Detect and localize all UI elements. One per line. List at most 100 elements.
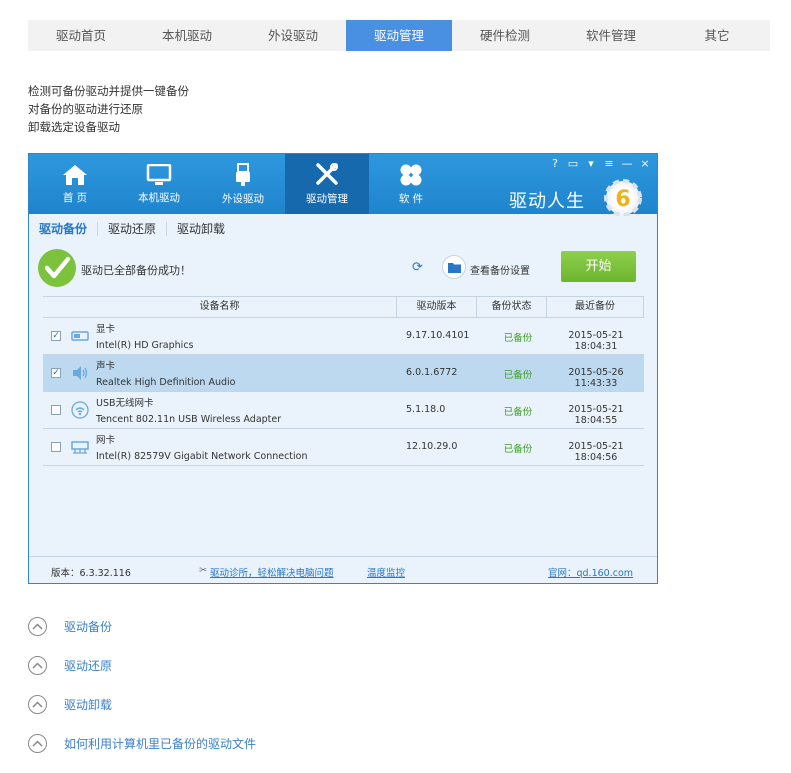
tab-driver-home[interactable]: 驱动首页 <box>28 20 134 51</box>
desc-line-backup: 检测可备份驱动并提供一键备份 <box>28 84 189 98</box>
subtab-restore[interactable]: 驱动还原 <box>98 222 168 236</box>
faq-label: 如何利用计算机里已备份的驱动文件 <box>64 737 257 751</box>
col-device-name: 设备名称 <box>43 297 397 317</box>
table-row[interactable]: USB无线网卡 Tencent 802.11n USB Wireless Ada… <box>43 392 644 429</box>
table-row[interactable]: ✓ 声卡 Realtek High Definition Audio 6.0.1… <box>43 355 644 392</box>
table-row[interactable]: 网卡 Intel(R) 82579V Gigabit Network Conne… <box>43 429 644 466</box>
monitor-icon <box>146 163 172 185</box>
col-backup-status: 备份状态 <box>477 297 547 317</box>
table-header: 设备名称 驱动版本 备份状态 最近备份 <box>43 296 644 318</box>
backup-status: 已备份 <box>503 444 533 455</box>
driver-clinic-link[interactable]: 驱动诊所，轻松解决电脑问题 <box>210 565 334 579</box>
driver-version: 12.10.29.0 <box>406 441 458 452</box>
row-checkbox[interactable]: ✓ <box>51 331 61 341</box>
network-card-icon <box>71 441 89 454</box>
col-last-backup: 最近备份 <box>547 297 644 317</box>
top-nav: 驱动首页 本机驱动 外设驱动 驱动管理 硬件检测 软件管理 其它 <box>28 20 770 51</box>
app-window: 首 页 本机驱动 外设驱动 驱动管理 软 件 ? ▭ ▾ ≡ — × 驱动人生 … <box>28 153 658 584</box>
sub-tabs: 驱动备份 驱动还原 驱动卸载 <box>39 222 235 236</box>
tab-local-drivers[interactable]: 本机驱动 <box>134 20 240 51</box>
app-nav-local-drivers[interactable]: 本机驱动 <box>117 154 201 214</box>
table-row[interactable]: ✓ 显卡 Intel(R) HD Graphics 9.17.10.4101 已… <box>43 318 644 355</box>
close-icon[interactable]: × <box>639 157 651 170</box>
row-checkbox[interactable] <box>51 442 61 452</box>
faq-item-uninstall[interactable]: 驱动卸载 <box>28 695 112 714</box>
backup-settings-link[interactable]: 查看备份设置 <box>470 262 530 277</box>
app-footer: 版本：6.3.32.116 ✂ 驱动诊所，轻松解决电脑问题 温度监控 官网：qd… <box>29 556 657 583</box>
app-nav-peripheral-drivers[interactable]: 外设驱动 <box>201 154 285 214</box>
temperature-monitor-link[interactable]: 温度监控 <box>367 565 405 579</box>
device-category: 网卡 <box>96 435 116 446</box>
tools-icon <box>316 162 338 185</box>
tab-software-management[interactable]: 软件管理 <box>558 20 664 51</box>
app-nav-software-label: 软 件 <box>398 192 424 205</box>
faq-label: 驱动备份 <box>64 620 113 634</box>
refresh-icon[interactable]: ⟳ <box>412 260 423 275</box>
subtab-uninstall[interactable]: 驱动卸载 <box>167 222 235 236</box>
tab-other[interactable]: 其它 <box>664 20 770 51</box>
tab-hardware-detection[interactable]: 硬件检测 <box>452 20 558 51</box>
driver-table: 设备名称 驱动版本 备份状态 最近备份 ✓ 显卡 Intel(R) HD Gra… <box>43 296 644 466</box>
wifi-icon <box>71 401 89 419</box>
driver-version: 6.0.1.6772 <box>406 367 458 378</box>
faq-item-restore[interactable]: 驱动还原 <box>28 656 112 675</box>
device-info: 显卡 Intel(R) HD Graphics <box>96 322 194 354</box>
app-nav-software[interactable]: 软 件 <box>369 154 453 214</box>
menu-icon[interactable]: ≡ <box>603 157 615 170</box>
chevron-up-icon <box>28 617 47 636</box>
device-category: 声卡 <box>96 361 116 372</box>
row-checkbox[interactable] <box>51 405 61 415</box>
driver-version: 5.1.18.0 <box>406 404 446 415</box>
chevron-up-icon <box>28 695 47 714</box>
device-name: Realtek High Definition Audio <box>96 377 236 388</box>
app-nav-peripheral-label: 外设驱动 <box>222 192 264 205</box>
website-link[interactable]: 官网：qd.160.com <box>548 565 633 579</box>
backup-status: 已备份 <box>503 333 533 344</box>
app-nav-home-label: 首 页 <box>62 191 88 204</box>
wrench-icon: ✂ <box>199 565 207 576</box>
app-nav-driver-management[interactable]: 驱动管理 <box>285 154 369 214</box>
shirt-icon[interactable]: ▾ <box>585 157 597 170</box>
faq-label: 驱动还原 <box>64 659 113 673</box>
device-category: USB无线网卡 <box>96 398 154 409</box>
backup-status: 已备份 <box>503 407 533 418</box>
tab-peripheral-drivers[interactable]: 外设驱动 <box>240 20 346 51</box>
tab-driver-management[interactable]: 驱动管理 <box>346 20 452 51</box>
start-button[interactable]: 开始 <box>561 251 636 282</box>
folder-button[interactable] <box>442 255 466 279</box>
last-backup-date: 2015-05-26 11:43:33 <box>568 367 624 389</box>
app-nav-management-label: 驱动管理 <box>306 192 348 205</box>
device-name: Tencent 802.11n USB Wireless Adapter <box>96 414 282 425</box>
minimize-icon[interactable]: — <box>621 157 633 170</box>
last-backup-date: 2015-05-21 18:04:31 <box>568 330 624 352</box>
device-name: Intel(R) HD Graphics <box>96 340 194 351</box>
chevron-up-icon <box>28 734 47 753</box>
usb-icon <box>236 162 250 186</box>
faq-label: 驱动卸载 <box>64 698 113 712</box>
faq-item-use-backup[interactable]: 如何利用计算机里已备份的驱动文件 <box>28 734 256 753</box>
subtab-backup[interactable]: 驱动备份 <box>39 222 99 236</box>
desc-line-uninstall: 卸载选定设备驱动 <box>28 120 120 134</box>
chat-icon[interactable]: ▭ <box>567 157 579 170</box>
driver-version: 9.17.10.4101 <box>406 330 470 341</box>
app-brand: 驱动人生 <box>509 191 585 212</box>
device-info: 声卡 Realtek High Definition Audio <box>96 359 235 391</box>
version-text: 版本：6.3.32.116 <box>51 568 131 579</box>
last-backup-date: 2015-05-21 18:04:56 <box>568 441 624 463</box>
app-nav-local-label: 本机驱动 <box>138 191 180 204</box>
speaker-icon <box>73 366 88 380</box>
device-category: 显卡 <box>96 324 116 335</box>
home-icon <box>63 164 87 185</box>
window-controls: ? ▭ ▾ ≡ — × <box>549 157 651 170</box>
device-info: USB无线网卡 Tencent 802.11n USB Wireless Ada… <box>96 396 281 428</box>
desc-line-restore: 对备份的驱动进行还原 <box>28 102 143 116</box>
graphics-card-icon <box>71 331 89 341</box>
row-checkbox[interactable]: ✓ <box>51 368 61 378</box>
device-info: 网卡 Intel(R) 82579V Gigabit Network Conne… <box>96 433 308 465</box>
backup-status: 已备份 <box>503 370 533 381</box>
help-icon[interactable]: ? <box>549 157 561 170</box>
app-nav-home[interactable]: 首 页 <box>33 154 117 214</box>
status-message: 驱动已全部备份成功！ <box>81 264 191 277</box>
device-name: Intel(R) 82579V Gigabit Network Connecti… <box>96 451 308 462</box>
faq-item-backup[interactable]: 驱动备份 <box>28 617 112 636</box>
